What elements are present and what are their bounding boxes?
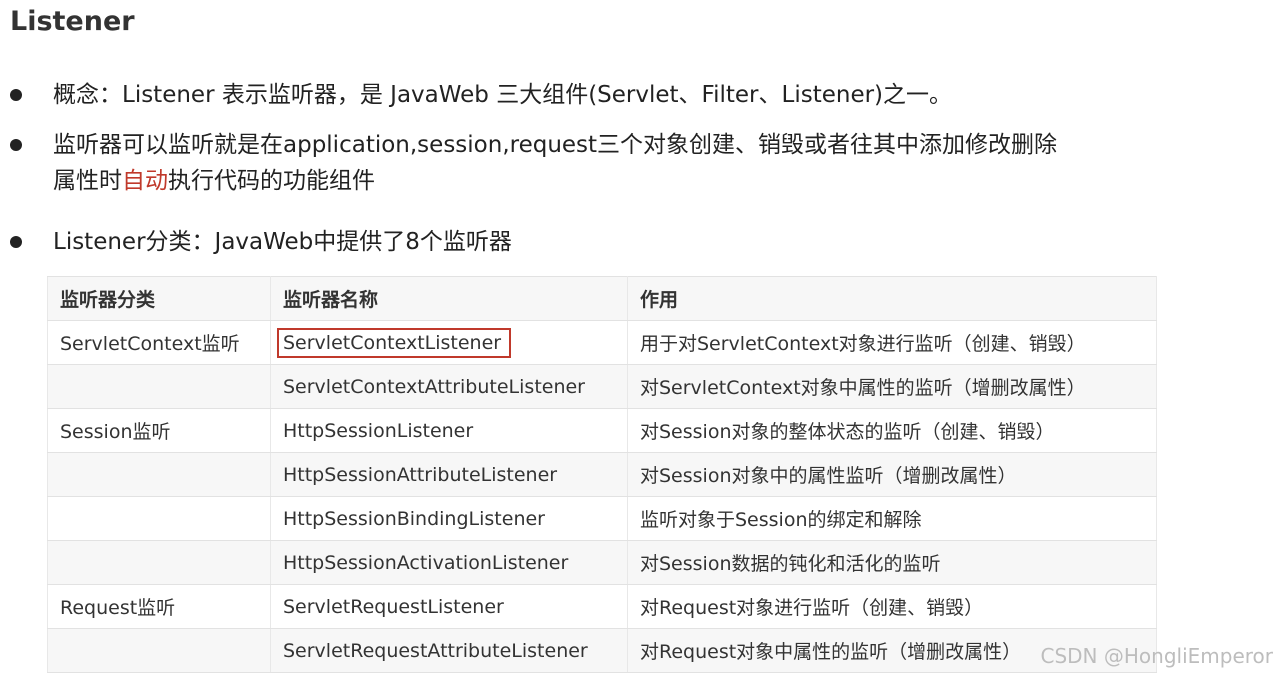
cell-name: HttpSessionListener: [270, 408, 628, 453]
table-row: Request监听 ServletRequestListener 对Reques…: [47, 584, 1157, 629]
table-row: ServletContextAttributeListener 对Servlet…: [47, 364, 1157, 409]
listener-table: 监听器分类 监听器名称 作用 ServletContext监听 ServletC…: [47, 276, 1157, 673]
cell-name: HttpSessionBindingListener: [270, 496, 628, 541]
table-row: HttpSessionActivationListener 对Session数据…: [47, 540, 1157, 585]
cell-name: HttpSessionActivationListener: [270, 540, 628, 585]
cell-category: [47, 496, 271, 541]
cell-purpose: 对Session对象中的属性监听（增删改属性）: [627, 452, 1157, 497]
bullet-text: Listener分类：JavaWeb中提供了8个监听器: [53, 229, 512, 255]
cell-purpose: 用于对ServletContext对象进行监听（创建、销毁）: [627, 320, 1157, 365]
cell-category: Request监听: [47, 584, 271, 629]
table-row: HttpSessionBindingListener 监听对象于Session的…: [47, 496, 1157, 541]
cell-name: ServletRequestAttributeListener: [270, 628, 628, 673]
cell-purpose: 监听对象于Session的绑定和解除: [627, 496, 1157, 541]
bullet-concept: 概念：Listener 表示监听器，是 JavaWeb 三大组件(Servlet…: [10, 72, 952, 118]
cell-name: HttpSessionAttributeListener: [270, 452, 628, 497]
cell-category: Session监听: [47, 408, 271, 453]
bullet-text: 概念：Listener 表示监听器，是 JavaWeb 三大组件(Servlet…: [53, 82, 953, 108]
text-segment: 执行代码的功能组件: [168, 168, 375, 194]
cell-name: ServletContextListener: [270, 320, 628, 365]
cell-name: ServletContextAttributeListener: [270, 364, 628, 409]
cell-purpose: 对Session数据的钝化和活化的监听: [627, 540, 1157, 585]
table-row: ServletContext监听 ServletContextListener …: [47, 320, 1157, 365]
cell-category: ServletContext监听: [47, 320, 271, 365]
cell-name: ServletRequestListener: [270, 584, 628, 629]
cell-category: [47, 364, 271, 409]
watermark: CSDN @HongliEmperor: [1040, 644, 1274, 668]
highlighted-listener-name: ServletContextListener: [277, 327, 512, 358]
cell-purpose: 对Request对象进行监听（创建、销毁）: [627, 584, 1157, 629]
cell-category: [47, 452, 271, 497]
header-purpose: 作用: [627, 276, 1157, 321]
text-segment: 属性时: [53, 168, 122, 194]
cell-purpose: 对Session对象的整体状态的监听（创建、销毁）: [627, 408, 1157, 453]
header-name: 监听器名称: [270, 276, 628, 321]
table-row: HttpSessionAttributeListener 对Session对象中…: [47, 452, 1157, 497]
cell-category: [47, 628, 271, 673]
page-title: Listener: [10, 6, 135, 37]
bullet-dot-icon: [10, 139, 22, 151]
highlight-text: 自动: [122, 168, 168, 194]
table-header-row: 监听器分类 监听器名称 作用: [47, 276, 1157, 321]
cell-category: [47, 540, 271, 585]
bullet-classification: Listener分类：JavaWeb中提供了8个监听器: [10, 219, 512, 265]
bullet-dot-icon: [10, 236, 22, 248]
cell-purpose: 对ServletContext对象中属性的监听（增删改属性）: [627, 364, 1157, 409]
table-row: ServletRequestAttributeListener 对Request…: [47, 628, 1157, 673]
header-category: 监听器分类: [47, 276, 271, 321]
bullet-dot-icon: [10, 89, 22, 101]
bullet-description: 监听器可以监听就是在application,session,request三个对…: [10, 122, 1057, 204]
table-row: Session监听 HttpSessionListener 对Session对象…: [47, 408, 1157, 453]
